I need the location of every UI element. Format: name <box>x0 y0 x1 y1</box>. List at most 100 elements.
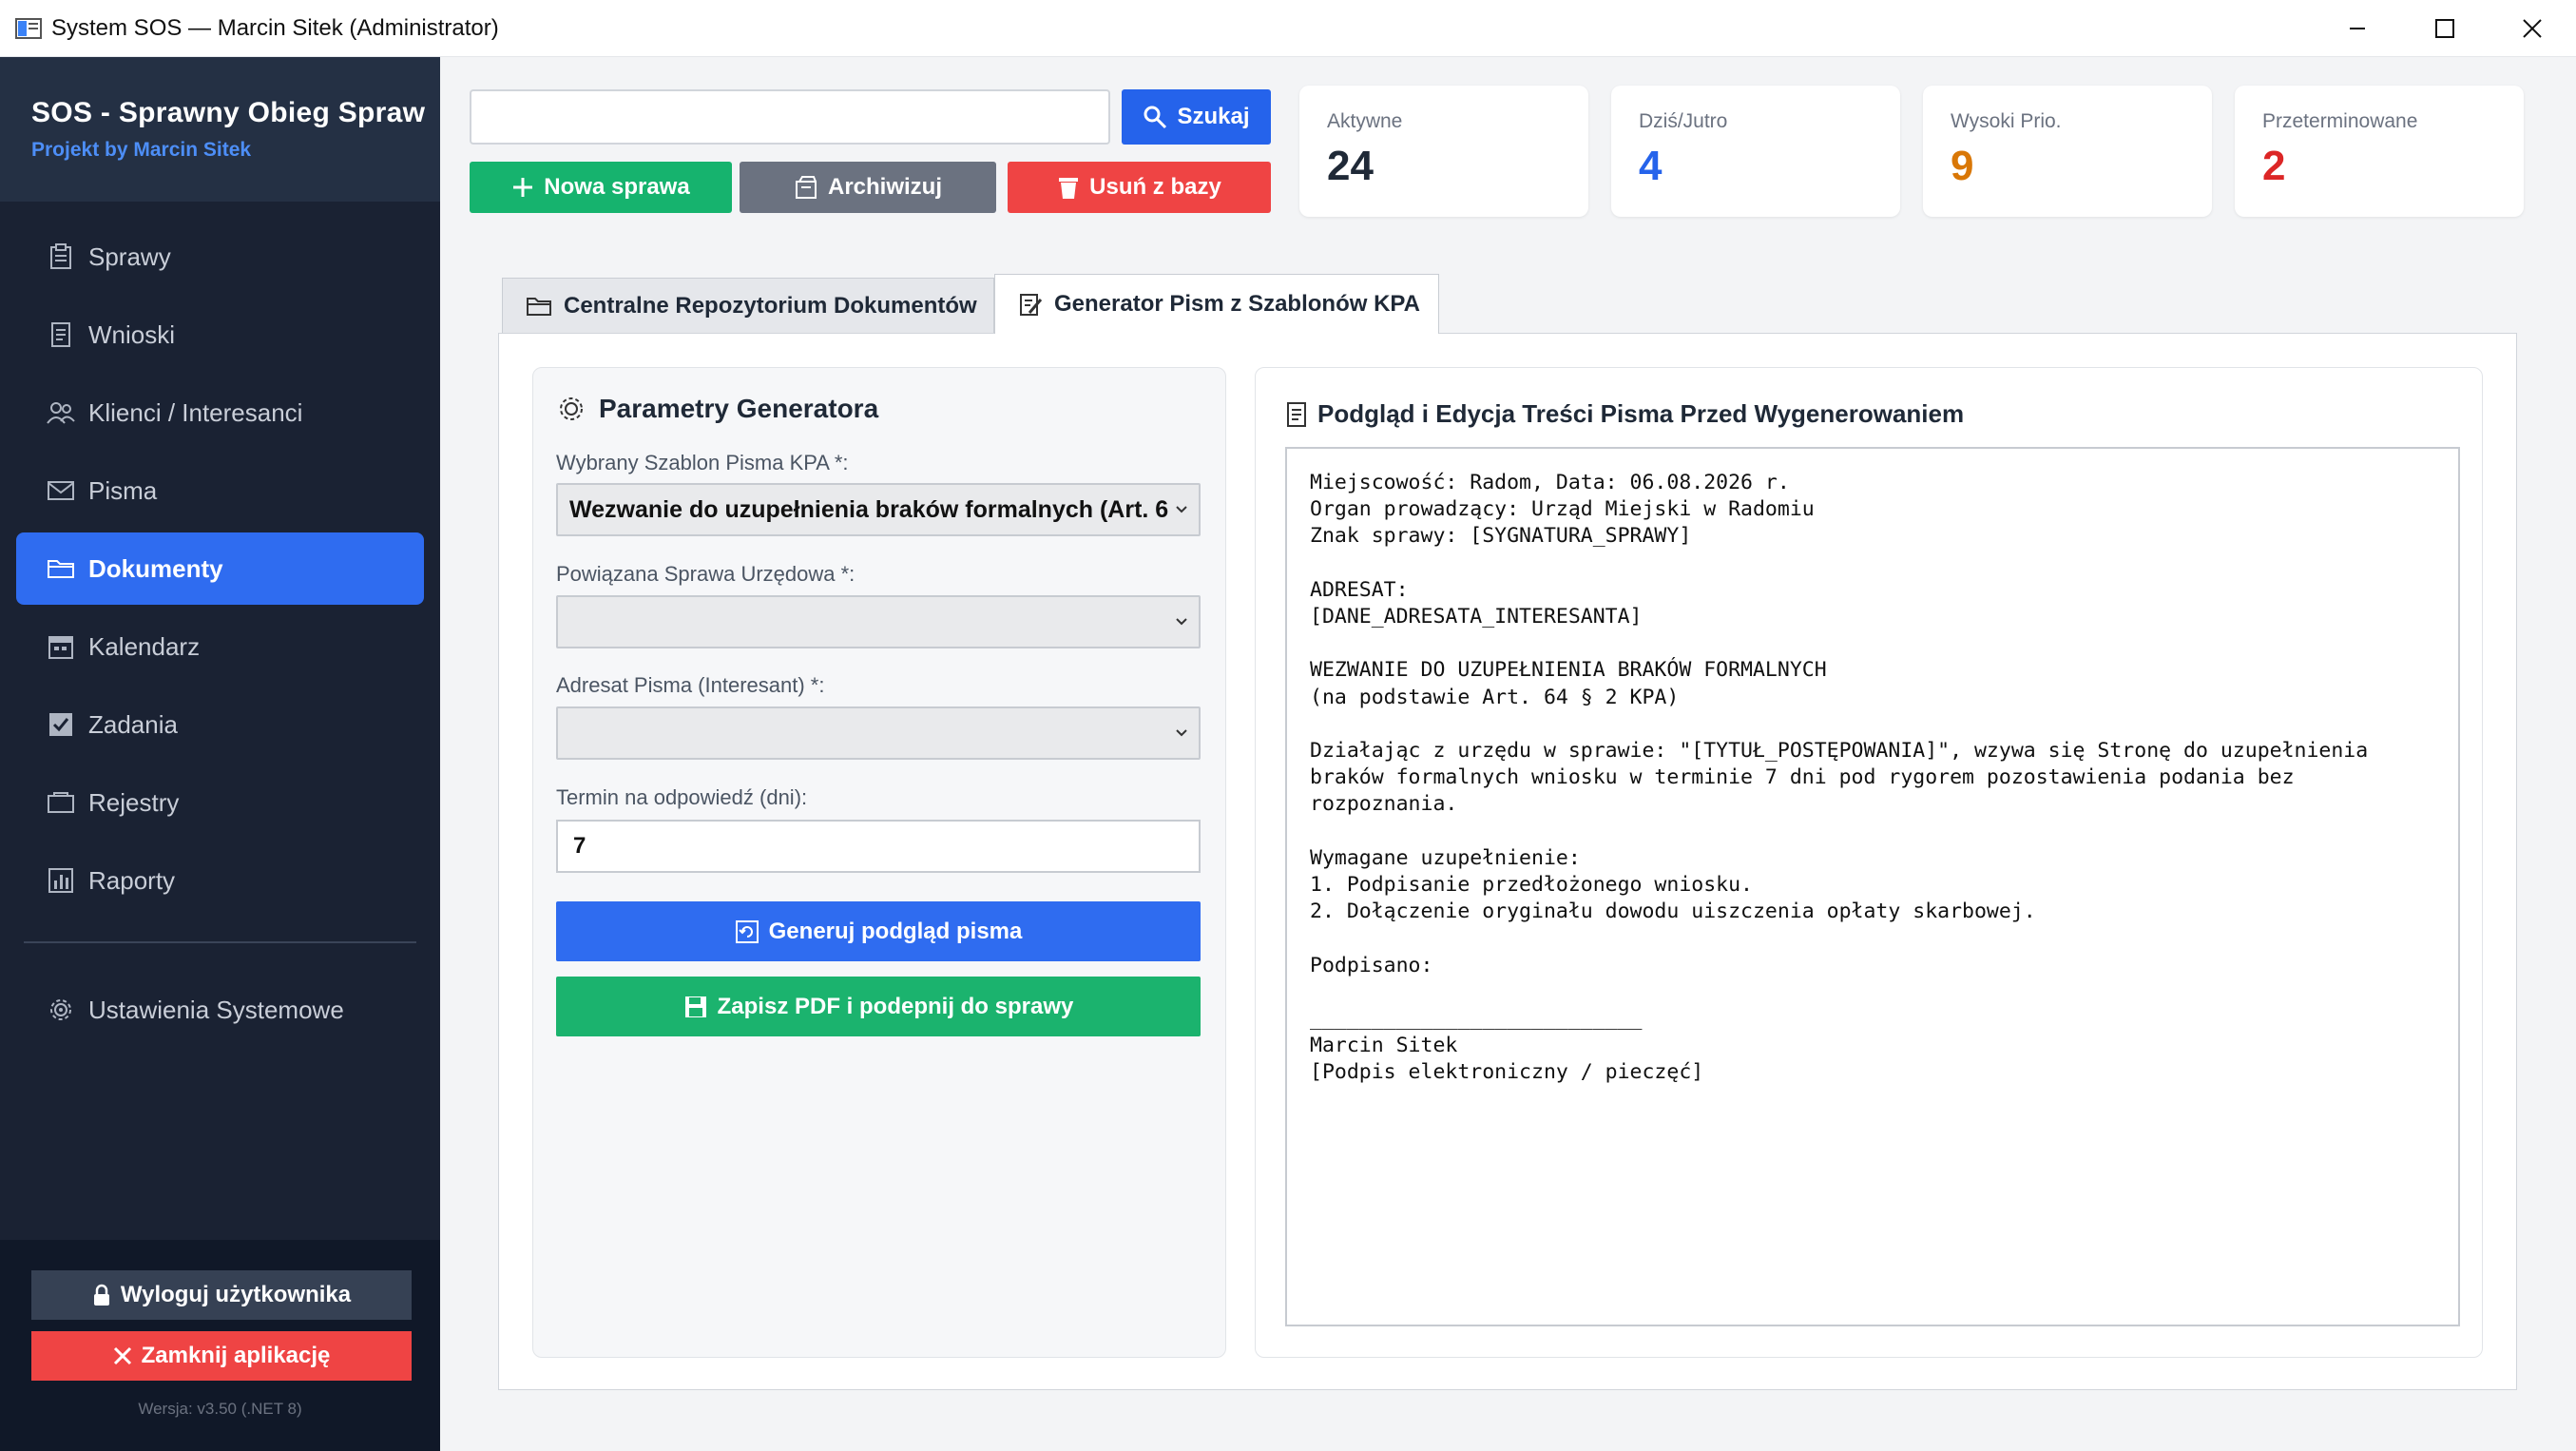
close-window-button[interactable] <box>2489 0 2576 57</box>
app-window-icon <box>13 16 44 41</box>
template-select[interactable]: Wezwanie do uzupełnienia braków formalny… <box>556 483 1201 536</box>
stat-value: 2 <box>2262 143 2286 189</box>
brand-header: SOS - Sprawny Obieg Spraw Projekt by Mar… <box>0 57 440 202</box>
sidebar-item-label: Raporty <box>88 865 176 895</box>
sidebar-item-ustawienia[interactable]: Ustawienia Systemowe <box>16 974 424 1046</box>
brand-subtitle: Projekt by Marcin Sitek <box>31 139 252 161</box>
folder-icon <box>45 552 77 585</box>
close-app-button[interactable]: Zamknij aplikację <box>31 1331 412 1381</box>
calendar-icon <box>45 630 77 663</box>
minimize-button[interactable] <box>2314 0 2401 57</box>
close-app-label: Zamknij aplikację <box>141 1343 331 1368</box>
letter-content-editor[interactable]: Miejscowość: Radom, Data: 06.08.2026 r. … <box>1285 447 2460 1326</box>
tab-generator[interactable]: Generator Pism z Szablonów KPA <box>994 274 1439 334</box>
generate-preview-label: Generuj podgląd pisma <box>768 918 1023 944</box>
stat-value: 24 <box>1327 143 1374 189</box>
sidebar-item-label: Rejestry <box>88 787 180 817</box>
sidebar-item-zadania[interactable]: Zadania <box>16 688 424 761</box>
sidebar-item-dokumenty[interactable]: Dokumenty <box>16 532 424 605</box>
sidebar-item-raporty[interactable]: Raporty <box>16 844 424 917</box>
sidebar-item-pisma[interactable]: Pisma <box>16 455 424 527</box>
generator-parameters-title: Parametry Generatora <box>557 394 878 424</box>
sidebar-item-sprawy[interactable]: Sprawy <box>16 221 424 293</box>
clipboard-icon <box>45 241 77 273</box>
stat-label: Dziś/Jutro <box>1639 110 1728 132</box>
chevron-down-icon <box>1176 729 1187 737</box>
chevron-down-icon <box>1176 506 1187 513</box>
generate-preview-button[interactable]: Generuj podgląd pisma <box>556 901 1201 961</box>
close-icon <box>2523 19 2542 38</box>
new-case-label: Nowa sprawa <box>544 174 690 200</box>
document-icon <box>45 319 77 351</box>
stat-value: 9 <box>1951 143 1974 189</box>
deadline-label: Termin na odpowiedź (dni): <box>556 785 808 809</box>
delete-label: Usuń z bazy <box>1089 174 1221 200</box>
search-button-label: Szukaj <box>1177 104 1250 129</box>
sidebar-footer: Wyloguj użytkownika Zamknij aplikację We… <box>0 1240 440 1451</box>
addressee-select[interactable] <box>556 706 1201 760</box>
refresh-icon <box>735 919 759 944</box>
sidebar-nav: Sprawy Wnioski Klienci / Interesanci Pis… <box>0 202 440 1046</box>
stat-label: Aktywne <box>1327 110 1403 132</box>
version-label: Wersja: v3.50 (.NET 8) <box>138 1400 302 1418</box>
archive-label: Archiwizuj <box>827 174 942 200</box>
logout-label: Wyloguj użytkownika <box>120 1282 352 1307</box>
stat-value: 4 <box>1639 143 1663 189</box>
users-icon <box>45 397 77 429</box>
document-icon <box>1285 401 1308 428</box>
search-icon <box>1143 105 1167 129</box>
chevron-down-icon <box>1176 618 1187 626</box>
sidebar-item-label: Kalendarz <box>88 631 201 661</box>
stat-card-aktywne: Aktywne 24 <box>1299 86 1588 217</box>
sidebar-item-wnioski[interactable]: Wnioski <box>16 299 424 371</box>
edit-document-icon <box>1018 292 1043 317</box>
case-select[interactable] <box>556 595 1201 648</box>
gear-icon <box>45 994 77 1026</box>
register-icon <box>45 786 77 819</box>
search-button[interactable]: Szukaj <box>1122 89 1271 145</box>
sidebar-item-kalendarz[interactable]: Kalendarz <box>16 610 424 683</box>
tab-repozytorium[interactable]: Centralne Repozytorium Dokumentów <box>502 278 994 333</box>
trash-icon <box>1057 175 1080 200</box>
card-title-label: Parametry Generatora <box>599 394 879 423</box>
template-label: Wybrany Szablon Pisma KPA *: <box>556 451 849 474</box>
logout-button[interactable]: Wyloguj użytkownika <box>31 1270 412 1320</box>
lock-icon <box>92 1284 111 1306</box>
search-input[interactable] <box>470 89 1110 145</box>
deadline-value: 7 <box>573 833 586 859</box>
maximize-button[interactable] <box>2401 0 2489 57</box>
sidebar-item-label: Zadania <box>88 709 178 739</box>
stat-label: Wysoki Prio. <box>1951 110 2062 132</box>
template-select-value: Wezwanie do uzupełnienia braków formalny… <box>569 495 1168 523</box>
save-pdf-button[interactable]: Zapisz PDF i podepnij do sprawy <box>556 977 1201 1036</box>
delete-button[interactable]: Usuń z bazy <box>1008 162 1271 213</box>
archive-button[interactable]: Archiwizuj <box>740 162 996 213</box>
sidebar-item-label: Ustawienia Systemowe <box>88 995 344 1024</box>
sidebar-item-rejestry[interactable]: Rejestry <box>16 766 424 839</box>
archive-icon <box>794 175 818 200</box>
tab-label: Centralne Repozytorium Dokumentów <box>564 292 977 319</box>
sidebar-item-klienci[interactable]: Klienci / Interesanci <box>16 377 424 449</box>
save-pdf-label: Zapisz PDF i podepnij do sprawy <box>717 993 1074 1019</box>
sidebar-item-label: Sprawy <box>88 242 171 271</box>
deadline-input[interactable]: 7 <box>556 820 1201 873</box>
folder-icon <box>526 296 552 317</box>
sidebar-item-label: Pisma <box>88 475 158 505</box>
stat-card-dzis-jutro: Dziś/Jutro 4 <box>1611 86 1900 217</box>
window-title: System SOS — Marcin Sitek (Administrator… <box>51 14 499 41</box>
minimize-icon <box>2350 28 2365 29</box>
stat-label: Przeterminowane <box>2262 110 2418 132</box>
envelope-icon <box>45 474 77 507</box>
sidebar-divider <box>24 941 416 943</box>
sidebar-item-label: Wnioski <box>88 319 176 349</box>
plus-icon <box>511 176 534 199</box>
window-titlebar: System SOS — Marcin Sitek (Administrator… <box>0 0 2576 57</box>
brand-name: SOS - Sprawny Obieg Spraw <box>31 97 426 128</box>
close-icon <box>113 1346 132 1365</box>
checkbox-icon <box>45 708 77 741</box>
new-case-button[interactable]: Nowa sprawa <box>470 162 732 213</box>
gear-icon <box>557 395 586 423</box>
preview-title: Podgląd i Edycja Treści Pisma Przed Wyge… <box>1285 399 1964 429</box>
maximize-icon <box>2435 19 2454 38</box>
sidebar-item-label: Klienci / Interesanci <box>88 397 303 427</box>
